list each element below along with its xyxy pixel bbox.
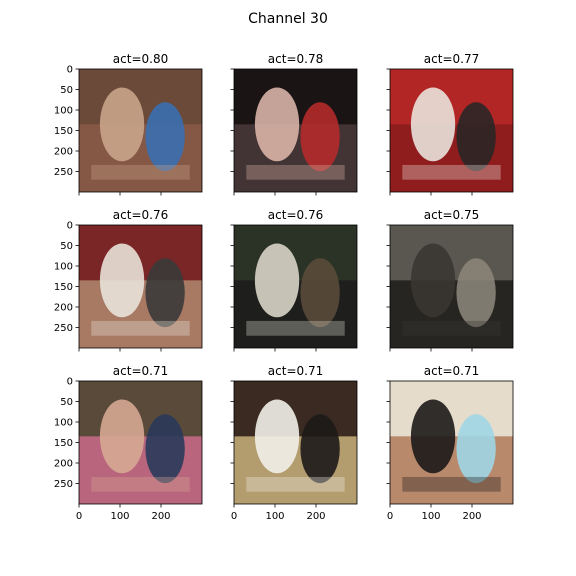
panel: act=0.75 bbox=[386, 208, 514, 352]
y-tick-label: 250 bbox=[54, 479, 73, 490]
y-tick-label: 250 bbox=[54, 167, 73, 178]
panel-title: act=0.71 bbox=[268, 364, 323, 378]
panel-image bbox=[390, 225, 513, 348]
panel-title: act=0.78 bbox=[268, 52, 323, 66]
panel-image bbox=[79, 69, 202, 192]
y-tick-label: 200 bbox=[54, 459, 73, 470]
panel-image bbox=[234, 225, 357, 348]
y-tick-label: 250 bbox=[54, 323, 73, 334]
y-tick-label: 100 bbox=[54, 262, 73, 273]
panel-title: act=0.77 bbox=[424, 52, 479, 66]
panel: act=0.78 bbox=[230, 52, 358, 196]
y-tick-label: 150 bbox=[54, 282, 73, 293]
y-tick-label: 0 bbox=[67, 221, 73, 232]
y-tick-label: 150 bbox=[54, 126, 73, 137]
x-tick-label: 0 bbox=[231, 511, 237, 522]
y-tick-label: 200 bbox=[54, 147, 73, 158]
x-tick-label: 0 bbox=[387, 511, 393, 522]
y-tick-label: 50 bbox=[60, 85, 73, 96]
x-tick-label: 100 bbox=[421, 511, 440, 522]
y-tick-label: 50 bbox=[60, 241, 73, 252]
panel: act=0.77 bbox=[386, 52, 514, 196]
panel-title: act=0.76 bbox=[113, 208, 168, 222]
x-tick-label: 200 bbox=[151, 511, 170, 522]
panel: act=0.71 0 100 200 bbox=[230, 364, 358, 522]
panel-title: act=0.71 bbox=[424, 364, 479, 378]
panel-title: act=0.71 bbox=[113, 364, 168, 378]
panel: act=0.71 0 100 200 bbox=[386, 364, 514, 522]
x-tick-label: 200 bbox=[306, 511, 325, 522]
x-tick-label: 0 bbox=[76, 511, 82, 522]
panel: act=0.76 bbox=[230, 208, 358, 352]
panel-image bbox=[390, 69, 513, 192]
panel-image bbox=[390, 381, 513, 504]
panel-title: act=0.75 bbox=[424, 208, 479, 222]
y-tick-label: 50 bbox=[60, 397, 73, 408]
panel-image bbox=[79, 381, 202, 504]
y-tick-label: 100 bbox=[54, 418, 73, 429]
x-tick-label: 200 bbox=[462, 511, 481, 522]
y-tick-label: 0 bbox=[67, 65, 73, 76]
y-tick-label: 150 bbox=[54, 438, 73, 449]
x-tick-label: 100 bbox=[110, 511, 129, 522]
panel-image bbox=[234, 69, 357, 192]
figure: Channel 30 act=0.80 0 50 100 150 200 250 act=0.… bbox=[0, 0, 576, 576]
y-tick-label: 100 bbox=[54, 106, 73, 117]
panel-title: act=0.80 bbox=[113, 52, 168, 66]
x-tick-label: 100 bbox=[265, 511, 284, 522]
panel-image bbox=[79, 225, 202, 348]
panel-title: act=0.76 bbox=[268, 208, 323, 222]
panel-image bbox=[234, 381, 357, 504]
y-tick-label: 0 bbox=[67, 377, 73, 388]
y-tick-label: 200 bbox=[54, 303, 73, 314]
figure-title: Channel 30 bbox=[248, 11, 328, 27]
